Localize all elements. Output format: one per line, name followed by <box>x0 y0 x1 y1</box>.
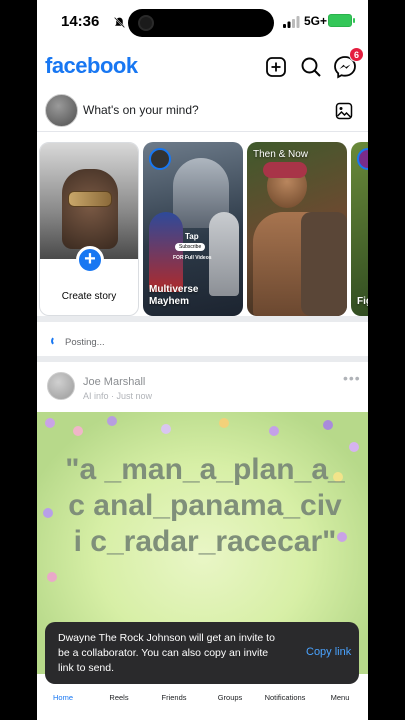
nav-label: Friends <box>161 693 187 702</box>
more-options-icon[interactable]: ••• <box>343 370 361 386</box>
flower <box>219 418 229 428</box>
create-plus-icon[interactable] <box>263 54 289 80</box>
story-title: Multiverse Mayhem <box>149 284 199 307</box>
signal-icon <box>283 16 300 28</box>
nav-friends[interactable]: Friends <box>146 684 202 720</box>
flower <box>269 426 279 436</box>
create-story-label: Create story <box>61 291 117 302</box>
nav-groups[interactable]: Groups <box>202 684 258 720</box>
post-meta[interactable]: AI info · Just now <box>83 391 152 401</box>
phone-screen: 14:36 5G+ facebook 6 What's on your mind… <box>37 0 368 720</box>
photo-icon[interactable] <box>335 102 353 120</box>
flower <box>107 416 117 426</box>
profile-photo <box>40 143 138 259</box>
story-full-videos-text: FOR Full Videos <box>173 255 212 261</box>
subscribe-pill: Subscribe <box>175 243 206 251</box>
goggles <box>68 191 112 207</box>
composer-placeholder[interactable]: What's on your mind? <box>83 103 199 117</box>
add-story-plus-icon[interactable]: + <box>76 246 104 274</box>
bell-off-icon <box>114 17 125 28</box>
story-card[interactable]: Then & Now <box>247 142 347 316</box>
avatar[interactable] <box>47 372 75 400</box>
story-author-avatar <box>149 148 171 170</box>
post-header: Joe Marshall AI info · Just now ••• <box>37 362 368 412</box>
network-type: 5G+ <box>304 14 328 28</box>
dynamic-island <box>128 9 274 37</box>
nav-label: Groups <box>217 693 243 702</box>
camera-icon <box>138 15 154 31</box>
flower <box>349 442 359 452</box>
nav-notifications[interactable]: Notifications <box>257 684 313 720</box>
create-story-card[interactable]: + Create story <box>39 142 139 316</box>
nav-home[interactable]: Home <box>37 684 91 720</box>
copy-link-button[interactable]: Copy link <box>306 646 351 658</box>
collaborator-toast: Dwayne The Rock Johnson will get an invi… <box>45 622 359 684</box>
avatar[interactable] <box>45 94 78 127</box>
nav-menu[interactable]: Menu <box>312 684 368 720</box>
post-text: "a _man_a_plan_a_c anal_panama_civi c_ra… <box>65 453 345 558</box>
app-header: facebook 6 <box>37 44 368 90</box>
story-author-avatar <box>357 148 368 170</box>
flower <box>43 508 53 518</box>
nav-label: Home <box>52 693 73 702</box>
nav-label: Reels <box>109 693 129 702</box>
posting-text: Posting... <box>65 337 105 348</box>
stories-tray: + Create story Tap Subscribe FOR Full Vi… <box>37 132 368 322</box>
robe <box>301 212 347 316</box>
post-composer[interactable]: What's on your mind? <box>37 90 368 132</box>
toast-message: Dwayne The Rock Johnson will get an invi… <box>58 632 275 674</box>
nav-reels[interactable]: Reels <box>91 684 147 720</box>
messenger-button[interactable]: 6 <box>332 47 364 80</box>
story-card[interactable]: Figh <box>351 142 368 316</box>
status-bar: 14:36 5G+ <box>37 0 368 44</box>
story-tap-text: Tap <box>185 232 199 241</box>
flower <box>45 418 55 428</box>
battery-charging-icon <box>328 14 355 27</box>
messenger-badge: 6 <box>349 47 364 62</box>
nav-label: Menu <box>330 693 350 702</box>
story-card[interactable]: Tap Subscribe FOR Full Videos Multiverse… <box>143 142 243 316</box>
headwrap <box>263 162 307 178</box>
flower <box>73 426 83 436</box>
status-time: 14:36 <box>61 13 100 30</box>
story-title: Then & Now <box>253 149 309 160</box>
person-face <box>62 169 118 249</box>
hero-figure <box>149 212 183 292</box>
loading-spinner-icon <box>51 336 61 346</box>
flower <box>323 420 333 430</box>
search-icon[interactable] <box>298 54 324 80</box>
bottom-nav: Home Reels Friends Groups Notifications … <box>37 684 368 720</box>
posting-indicator: Posting... <box>37 322 368 362</box>
flower <box>47 572 57 582</box>
facebook-logo[interactable]: facebook <box>45 53 138 79</box>
nav-label: Notifications <box>264 693 306 702</box>
flower <box>161 424 171 434</box>
post-author[interactable]: Joe Marshall <box>83 376 145 388</box>
story-title: Figh <box>357 296 368 307</box>
